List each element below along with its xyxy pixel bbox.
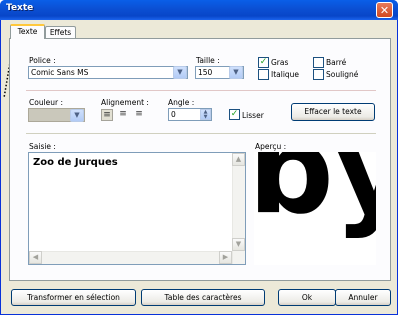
color-label: Couleur : xyxy=(29,98,64,107)
scroll-up-button[interactable]: ▲ xyxy=(232,153,245,166)
angle-label: Angle : xyxy=(168,98,195,107)
bold-label: Gras xyxy=(271,58,289,67)
strike-checkbox[interactable] xyxy=(313,57,324,68)
divider xyxy=(26,90,376,91)
size-value: 150 xyxy=(198,68,213,77)
chevron-down-icon: ▼ xyxy=(177,68,183,76)
character-map-button[interactable]: Table des caractères xyxy=(141,289,265,306)
preview-pane: by xyxy=(254,152,376,265)
italic-label: Italique xyxy=(271,70,300,79)
window-title: Texte xyxy=(6,3,34,13)
alignment-label: Alignement : xyxy=(101,98,149,107)
text-input-area[interactable] xyxy=(28,152,246,265)
chevron-left-icon: ◀ xyxy=(32,253,39,261)
font-value: Comic Sans MS xyxy=(31,68,89,77)
scroll-left-button[interactable]: ◀ xyxy=(29,251,42,264)
size-label: Taille : xyxy=(196,56,220,65)
input-text: Zoo de Jurques xyxy=(33,157,118,168)
ok-button[interactable]: Ok xyxy=(278,289,336,306)
color-dropdown-button[interactable]: ▼ xyxy=(70,109,84,122)
align-left-icon: ≡ xyxy=(103,110,111,120)
cancel-button[interactable]: Annuler xyxy=(335,289,391,306)
check-icon: ✓ xyxy=(230,109,239,119)
strike-label: Barré xyxy=(326,58,347,67)
tab-texte[interactable]: Texte xyxy=(10,24,45,39)
divider xyxy=(26,133,376,134)
align-left-button[interactable]: ≡ xyxy=(101,109,113,121)
angle-value: 0 xyxy=(171,110,176,119)
smooth-checkbox[interactable]: ✓ xyxy=(229,109,240,120)
angle-stepper[interactable]: ▲ ▼ xyxy=(200,109,211,120)
underline-label: Souligné xyxy=(326,70,359,79)
preview-label: Aperçu : xyxy=(255,142,287,151)
align-center-icon: ≡ xyxy=(119,109,127,119)
size-dropdown-button[interactable]: ▼ xyxy=(229,66,243,79)
preview-text: by xyxy=(254,152,376,241)
chevron-down-icon: ▼ xyxy=(233,68,239,76)
horizontal-scrollbar[interactable] xyxy=(29,251,232,264)
bold-checkbox[interactable]: ✓ xyxy=(258,57,269,68)
font-select[interactable]: Comic Sans MS xyxy=(28,66,188,79)
clear-text-button[interactable]: Effacer le texte xyxy=(291,103,375,121)
font-label: Police : xyxy=(29,56,56,65)
transform-selection-button[interactable]: Transformer en sélection xyxy=(11,289,136,306)
underline-checkbox[interactable] xyxy=(313,69,324,80)
chevron-down-icon: ▼ xyxy=(203,114,208,120)
scroll-down-button[interactable]: ▼ xyxy=(232,238,245,251)
chevron-right-icon: ▶ xyxy=(222,253,229,261)
align-right-icon: ≡ xyxy=(135,109,143,119)
close-icon: ✕ xyxy=(379,4,390,17)
input-label: Saisie : xyxy=(29,142,56,151)
close-button[interactable]: ✕ xyxy=(376,2,393,18)
align-center-button[interactable]: ≡ xyxy=(117,109,129,121)
check-icon: ✓ xyxy=(259,57,268,67)
align-right-button[interactable]: ≡ xyxy=(133,109,145,121)
chevron-down-icon: ▼ xyxy=(74,111,80,119)
title-bar[interactable] xyxy=(0,0,398,20)
font-dropdown-button[interactable]: ▼ xyxy=(173,66,187,79)
italic-checkbox[interactable] xyxy=(258,69,269,80)
chevron-down-icon: ▼ xyxy=(235,240,242,248)
scroll-right-button[interactable]: ▶ xyxy=(219,251,232,264)
smooth-label: Lisser xyxy=(242,111,264,120)
chevron-up-icon: ▲ xyxy=(235,155,242,163)
